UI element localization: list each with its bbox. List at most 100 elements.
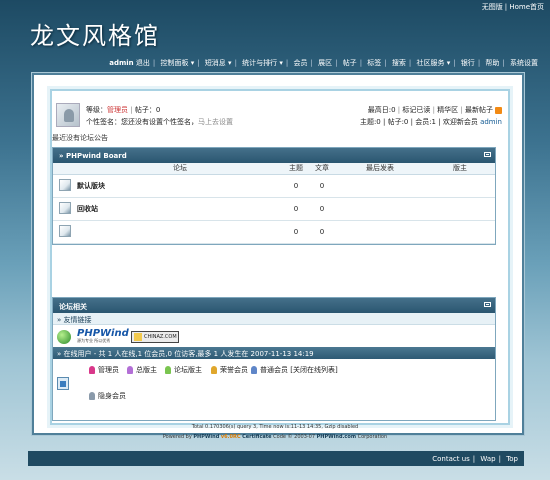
forum-name[interactable] xyxy=(77,220,283,244)
top-links: 无图版 | Home首页 xyxy=(481,3,544,11)
rss-icon[interactable] xyxy=(495,106,502,114)
forum-name[interactable]: 默认版块 xyxy=(77,174,283,198)
table-row: 回收站 0 0 xyxy=(53,197,495,221)
mark-read-link[interactable]: 标记已读 xyxy=(402,106,430,114)
legend-super-mod: 总版主 xyxy=(127,365,157,375)
newest-member-link[interactable]: admin xyxy=(480,118,502,126)
online-users-bar[interactable]: » 在线用户 - 共 1 人在线,1 位会员,0 位访客,最多 1 人发生在 2… xyxy=(53,347,495,359)
powered-site[interactable]: PHPWind.com xyxy=(317,434,356,440)
phpwind-logo-link[interactable]: PHPWind 源为专业 所以优秀 xyxy=(77,328,129,346)
collapse-icon[interactable] xyxy=(484,152,491,157)
set-signature-link[interactable]: 马上去设置 xyxy=(198,118,233,126)
chinaz-logo-link[interactable]: CHINAZ.COM xyxy=(131,331,179,343)
nav-tags[interactable]: 标签 xyxy=(367,59,381,67)
site-logo[interactable]: 龙文风格馆 xyxy=(30,16,160,51)
digest-link[interactable]: 精华区 xyxy=(437,106,458,114)
nav-search[interactable]: 搜索 xyxy=(392,59,406,67)
nav-username[interactable]: admin xyxy=(109,59,133,67)
bottom-bar: Contact us | Wap | Top xyxy=(28,451,524,466)
powered-by-label: Powered by xyxy=(162,434,194,440)
announcement[interactable]: 最近没有论坛公告 xyxy=(52,133,108,143)
forum-moderator xyxy=(425,197,495,221)
forum-last-post xyxy=(335,174,425,198)
top-link[interactable]: Top xyxy=(506,455,518,463)
forum-posts: 0 xyxy=(309,174,335,198)
legend-label: 总版主 xyxy=(136,366,157,374)
forum-table: 论坛 主题 文章 最后发表 版主 默认版块 0 0 回收站 0 0 0 0 xyxy=(53,163,495,244)
footer-stats: Total 0.170306(s) query 3, Time now is:1… xyxy=(191,424,359,430)
forum-posts: 0 xyxy=(309,220,335,244)
forum-moderator xyxy=(425,220,495,244)
wap-link[interactable]: Wap xyxy=(480,455,495,463)
forum-icon xyxy=(59,178,71,191)
friend-links: PHPWind 源为专业 所以优秀 CHINAZ.COM xyxy=(53,325,495,347)
globe-icon[interactable] xyxy=(57,330,71,344)
legend-admin: 管理员 xyxy=(89,365,119,375)
hidden-member: 隐身会员 xyxy=(89,391,126,401)
no-images-link[interactable]: 无图版 xyxy=(482,3,503,11)
table-row: 默认版块 0 0 xyxy=(53,174,495,198)
rank-label: 等级： xyxy=(86,106,107,114)
main-nav: admin 退出 | 控制面板 ▾ | 短消息 ▾ | 统计与排行 ▾ | 会员 | 展区… xyxy=(109,59,538,67)
contact-us-link[interactable]: Contact us xyxy=(432,455,470,463)
legend-moderator: 论坛版主 xyxy=(165,365,202,375)
forum-stats: 主题:0 | 帖子:0 | 会员:1 | 欢迎新会员 admin xyxy=(360,117,502,127)
latest-posts-link[interactable]: 最新帖子 xyxy=(465,106,493,114)
nav-settings[interactable]: 系统设置 xyxy=(510,59,538,67)
top-day-count: 最高日:0 xyxy=(367,106,396,114)
footer-powered: Powered by PHPWind v6.0RC Certificate Co… xyxy=(0,432,550,442)
nav-showcase[interactable]: 展区 xyxy=(318,59,332,67)
nav-stats[interactable]: 统计与排行 ▾ xyxy=(242,59,283,67)
legend-label: 管理员 xyxy=(98,366,119,374)
forum-icon-cell xyxy=(53,197,77,221)
user-icon xyxy=(127,366,133,374)
user-icon xyxy=(165,366,171,374)
avatar[interactable] xyxy=(56,103,80,127)
user-rank-line: 等级：管理员 | 帖子：0 xyxy=(86,106,161,114)
board-header: » PHPwind Board xyxy=(53,148,495,163)
legend-normal-member[interactable]: 普通会员 [关闭在线列表] xyxy=(251,365,338,375)
home-link[interactable]: Home首页 xyxy=(509,3,544,11)
nav-messages[interactable]: 短消息 ▾ xyxy=(205,59,232,67)
rank-value[interactable]: 管理员 xyxy=(107,106,128,114)
col-topics: 主题 xyxy=(283,163,309,175)
forum-icon-cell xyxy=(53,220,77,244)
forum-topics: 0 xyxy=(283,197,309,221)
signature-line: 个性签名：您还没有设置个性签名，马上去设置 xyxy=(86,117,233,127)
forum-icon-cell xyxy=(53,174,77,198)
forum-topics: 0 xyxy=(283,220,309,244)
nav-posts[interactable]: 帖子 xyxy=(343,59,357,67)
nav-control-panel[interactable]: 控制面板 ▾ xyxy=(160,59,194,67)
powered-version: v6.0RC xyxy=(220,434,241,440)
collapse-icon[interactable] xyxy=(484,302,491,307)
col-posts: 文章 xyxy=(309,163,335,175)
board-title[interactable]: » PHPwind Board xyxy=(59,152,127,160)
content-inner: 等级：管理员 | 帖子：0 个性签名：您还没有设置个性签名，马上去设置 最高日:… xyxy=(50,89,510,425)
col-forum: 论坛 xyxy=(77,163,283,175)
online-users-icon xyxy=(57,377,69,390)
board-section: » PHPwind Board 论坛 主题 文章 最后发表 版主 默认版块 0 … xyxy=(52,147,496,245)
nav-help[interactable]: 帮助 xyxy=(485,59,499,67)
powered-corp: Corporation xyxy=(357,434,388,440)
related-header: 论坛相关 xyxy=(53,298,495,313)
forum-icon xyxy=(59,224,71,237)
powered-brand[interactable]: PHPWind xyxy=(193,434,219,440)
nav-members[interactable]: 会员 xyxy=(294,59,308,67)
nav-bank[interactable]: 银行 xyxy=(461,59,475,67)
forum-name[interactable]: 回收站 xyxy=(77,197,283,221)
hidden-member-label: 隐身会员 xyxy=(98,392,126,400)
col-last-post: 最后发表 xyxy=(335,163,425,175)
nav-logout[interactable]: 退出 xyxy=(136,59,150,67)
forum-moderator xyxy=(425,174,495,198)
col-moderator: 版主 xyxy=(425,163,495,175)
online-legend: 管理员 总版主 论坛版主 荣誉会员 普通会员 [关闭在线列表] 隐身会员 xyxy=(53,359,495,415)
quick-links: 最高日:0 | 标记已读 | 精华区 | 最新帖子 xyxy=(368,105,502,115)
related-title: 论坛相关 xyxy=(59,303,87,311)
forum-last-post xyxy=(335,197,425,221)
table-row: 0 0 xyxy=(53,220,495,244)
nav-services[interactable]: 社区服务 ▾ xyxy=(416,59,450,67)
post-count: 帖子：0 xyxy=(134,106,161,114)
user-info-panel: 等级：管理员 | 帖子：0 个性签名：您还没有设置个性签名，马上去设置 最高日:… xyxy=(56,103,502,133)
powered-cert[interactable]: Certificate xyxy=(242,434,271,440)
footer: Total 0.170306(s) query 3, Time now is:1… xyxy=(0,422,550,442)
